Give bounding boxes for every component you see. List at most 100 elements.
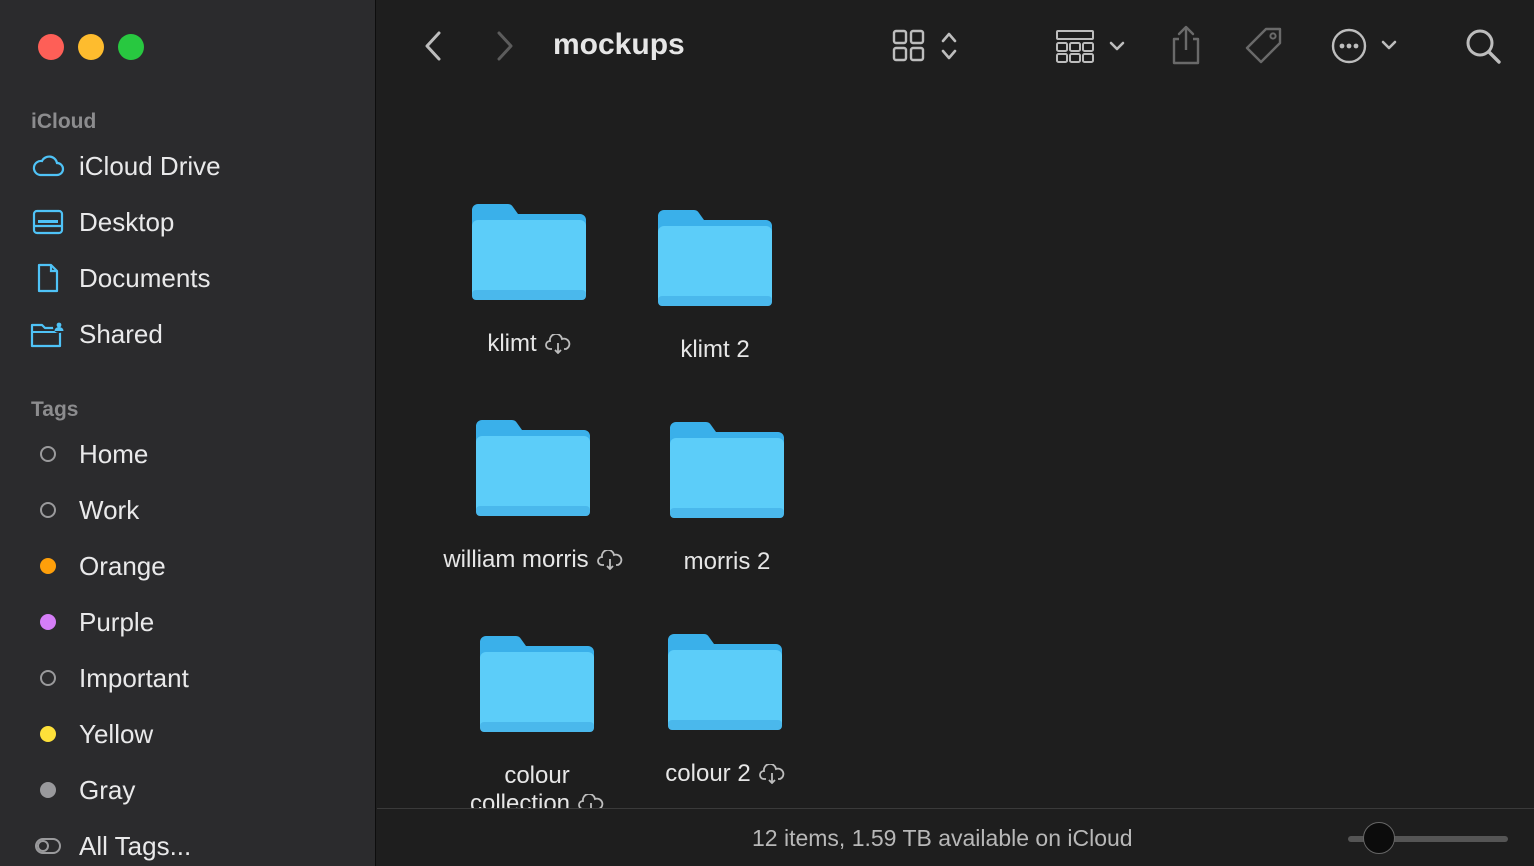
folder-icon [658, 210, 772, 306]
all-tags-icon [30, 831, 66, 861]
window-title: mockups [553, 28, 685, 61]
sidebar-tag-orange[interactable]: Orange [30, 546, 360, 586]
folder-name: klimt [487, 330, 570, 358]
folder-icon [480, 636, 594, 732]
sidebar-item-label: Work [79, 494, 140, 525]
sidebar-item-label: Shared [79, 318, 163, 349]
back-button[interactable] [418, 28, 448, 64]
zoom-button[interactable] [118, 34, 144, 60]
chevron-right-icon [497, 31, 513, 61]
sidebar-item-label: All Tags... [79, 830, 192, 861]
status-bar: 12 items, 1.59 TB available on iCloud [377, 808, 1534, 866]
folder-name: colour collection [470, 762, 604, 809]
tag-dot-icon [40, 614, 56, 630]
share-button[interactable] [1166, 24, 1206, 66]
sidebar-item-label: Gray [79, 774, 136, 805]
tag-dot-wrapper [30, 439, 66, 469]
tag-dot-icon [40, 726, 56, 742]
group-button[interactable] [1054, 28, 1130, 64]
folder-item-colour-2[interactable]: colour 2 [625, 630, 825, 788]
folder-name: colour 2 [665, 760, 784, 788]
forward-button[interactable] [490, 28, 520, 64]
tag-dot-wrapper [30, 495, 66, 525]
folder-icon [670, 422, 784, 518]
chevron-left-icon [425, 31, 441, 61]
sidebar-tag-work[interactable]: Work [30, 490, 360, 530]
finder-window: iCloud iCloud Drive Desktop Documents Sh… [0, 0, 1534, 866]
cloud-download-icon[interactable] [596, 550, 623, 570]
folder-label: klimt 2 [680, 336, 750, 363]
cloud-download-icon[interactable] [758, 764, 785, 784]
folder-item-klimt-2[interactable]: klimt 2 [615, 206, 815, 364]
folder-label-line1: colour [504, 762, 570, 789]
folder-label-line2-wrap: collection [470, 790, 604, 809]
sidebar-item-icloud-drive[interactable]: iCloud Drive [30, 146, 360, 186]
folder-name: morris 2 [684, 548, 771, 576]
sidebar-tag-home[interactable]: Home [30, 434, 360, 474]
sidebar-item-label: Yellow [79, 718, 154, 749]
view-mode-button[interactable] [890, 28, 962, 64]
tag-dot-icon [40, 782, 56, 798]
folder-icon [472, 204, 586, 300]
close-button[interactable] [38, 34, 64, 60]
folder-name: klimt 2 [680, 336, 749, 364]
sidebar: iCloud iCloud Drive Desktop Documents Sh… [0, 0, 376, 866]
tag-dot-icon [40, 558, 56, 574]
folder-label: colour 2 [665, 760, 751, 787]
sidebar-item-documents[interactable]: Documents [30, 258, 360, 298]
folder-icon [476, 420, 590, 516]
window-controls [38, 34, 144, 60]
cloud-download-icon[interactable] [578, 794, 604, 809]
ellipsis-circle-icon [1331, 28, 1397, 64]
sidebar-item-label: Home [79, 438, 149, 469]
shared-folder-icon [30, 319, 66, 349]
folder-icon [668, 634, 782, 730]
folder-label: klimt [487, 330, 537, 357]
tag-dot-wrapper [30, 551, 66, 581]
folder-item-colour-collection[interactable]: colour collection [437, 632, 637, 809]
cloud-icon [30, 151, 66, 181]
tag-icon [1245, 27, 1282, 64]
folder-name: william morris [443, 546, 622, 574]
sidebar-tag-gray[interactable]: Gray [30, 770, 360, 810]
sidebar-item-label: Orange [79, 550, 166, 581]
cloud-download-icon[interactable] [544, 334, 571, 354]
search-icon [1466, 29, 1501, 64]
sidebar-tag-yellow[interactable]: Yellow [30, 714, 360, 754]
sidebar-tag-all[interactable]: All Tags... [30, 826, 360, 866]
tag-dot-wrapper [30, 607, 66, 637]
folder-label: morris 2 [683, 548, 771, 575]
tag-dot-icon [40, 446, 56, 462]
sidebar-tag-important[interactable]: Important [30, 658, 360, 698]
share-icon [1172, 25, 1200, 65]
sidebar-section-tags: Tags [31, 398, 79, 421]
sidebar-item-label: Documents [79, 262, 211, 293]
folder-item-klimt[interactable]: klimt [429, 200, 629, 358]
search-button[interactable] [1462, 26, 1504, 66]
folder-item-william-morris[interactable]: william morris [433, 416, 633, 574]
status-text: 12 items, 1.59 TB available on iCloud [752, 825, 1133, 851]
tag-dot-wrapper [30, 775, 66, 805]
icon-size-slider-knob[interactable] [1363, 822, 1395, 854]
sidebar-item-label: iCloud Drive [79, 150, 221, 181]
desktop-icon [30, 207, 66, 237]
sidebar-item-label: Purple [79, 606, 155, 637]
more-actions-button[interactable] [1328, 26, 1402, 66]
sidebar-item-desktop[interactable]: Desktop [30, 202, 360, 242]
sidebar-tag-purple[interactable]: Purple [30, 602, 360, 642]
tag-dot-wrapper [30, 719, 66, 749]
sidebar-section-icloud: iCloud [31, 110, 97, 133]
folder-item-morris-2[interactable]: morris 2 [627, 418, 827, 576]
group-icon [1056, 30, 1125, 63]
folder-label: william morris [443, 546, 589, 573]
document-icon [30, 263, 66, 293]
tag-dot-icon [40, 502, 56, 518]
sidebar-item-label: Important [79, 662, 189, 693]
file-grid: klimt klimt 2 william morris morris 2 co… [377, 94, 1534, 809]
tag-dot-wrapper [30, 663, 66, 693]
sidebar-item-shared[interactable]: Shared [30, 314, 360, 354]
grid-view-icon [892, 29, 957, 62]
tag-button[interactable] [1242, 24, 1286, 68]
minimize-button[interactable] [78, 34, 104, 60]
tag-dot-icon [40, 670, 56, 686]
